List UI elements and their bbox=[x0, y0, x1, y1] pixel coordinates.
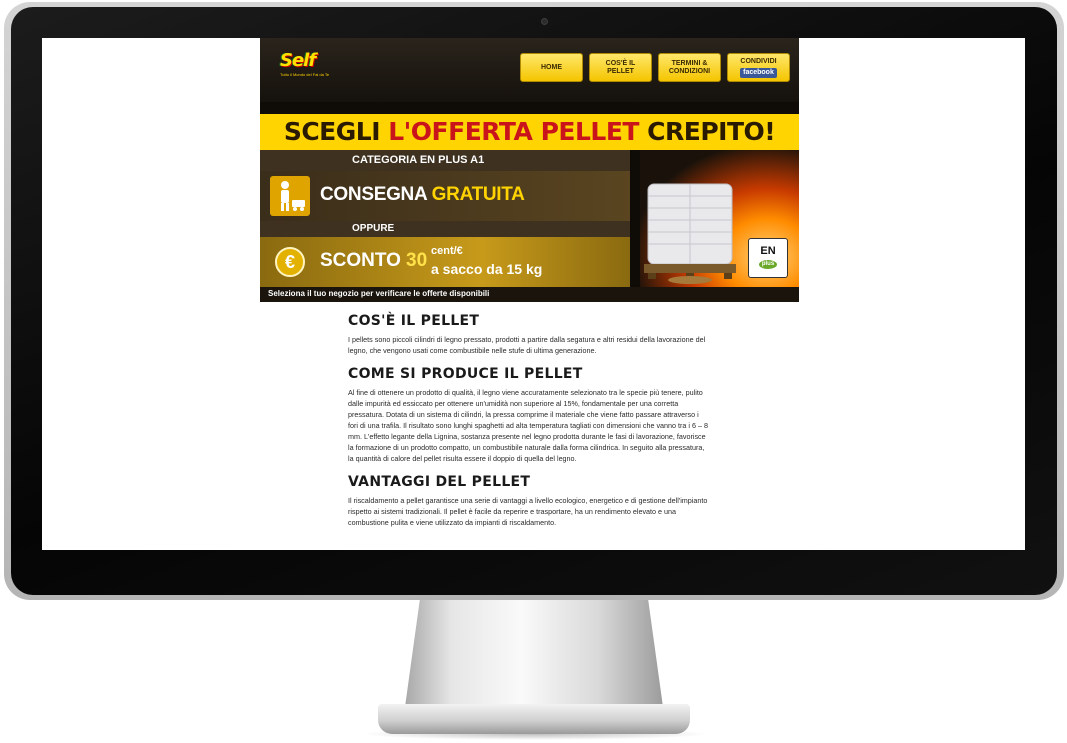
discount-value: 30 bbox=[406, 250, 428, 271]
category-row: CATEGORIA EN PLUS A1 bbox=[260, 150, 630, 171]
monitor-stand-neck bbox=[405, 595, 663, 707]
logo-name: Self bbox=[280, 50, 316, 71]
webcam-icon bbox=[541, 18, 548, 25]
nav-termini-label: TERMINI & CONDIZIONI bbox=[668, 59, 711, 75]
discount-unit: cent/€ bbox=[431, 245, 463, 257]
nav-cose-il-pellet-button[interactable]: COS'È IL PELLET bbox=[589, 53, 652, 82]
consegna-text: CONSEGNA bbox=[320, 184, 432, 205]
oppure-label: OPPURE bbox=[352, 223, 395, 234]
logo-tagline: Tutto il Mondo del Fai da Te bbox=[280, 72, 330, 77]
select-store-text: Seleziona il tuo negozio per verificare … bbox=[268, 289, 490, 298]
headline-part1: SCEGLI bbox=[283, 117, 389, 146]
free-delivery-row: CONSEGNA GRATUITA bbox=[260, 171, 630, 221]
gratuita-text: GRATUITA bbox=[431, 184, 525, 205]
main-nav: HOME COS'È IL PELLET TERMINI & CONDIZION… bbox=[520, 53, 790, 82]
delivery-courier-icon bbox=[270, 176, 310, 216]
section-title: COME SI PRODUCE IL PELLET bbox=[348, 366, 583, 382]
discount-label: SCONTO bbox=[320, 250, 401, 271]
screen: Self Tutto il Mondo del Fai da Te HOME C… bbox=[42, 38, 1025, 550]
enplus-label: EN bbox=[760, 245, 776, 257]
section-body: Il riscaldamento a pellet garantisce una… bbox=[348, 496, 708, 527]
nav-home-button[interactable]: HOME bbox=[520, 53, 583, 82]
headline-part2: CREPITO! bbox=[638, 117, 776, 146]
pellet-pallet-image bbox=[644, 183, 736, 284]
discount-bag-size: a sacco da 15 kg bbox=[431, 261, 543, 277]
self-logo[interactable]: Self Tutto il Mondo del Fai da Te bbox=[280, 52, 334, 84]
euro-icon: € bbox=[275, 247, 305, 277]
nav-home-label: HOME bbox=[541, 63, 562, 71]
website: Self Tutto il Mondo del Fai da Te HOME C… bbox=[260, 38, 799, 527]
nav-condividi-button[interactable]: CONDIVIDI facebook bbox=[727, 53, 790, 82]
select-store-bar[interactable]: Seleziona il tuo negozio per verificare … bbox=[260, 287, 799, 302]
discount-row: € SCONTO 30 cent/€ a sacco da 15 kg bbox=[260, 237, 630, 287]
free-delivery-label: CONSEGNA GRATUITA bbox=[320, 184, 525, 206]
section-title: COS'È IL PELLET bbox=[348, 313, 480, 329]
enplus-sub: plus bbox=[759, 260, 777, 269]
facebook-icon: facebook bbox=[740, 67, 777, 78]
oppure-row: OPPURE bbox=[260, 221, 630, 237]
nav-termini-button[interactable]: TERMINI & CONDIZIONI bbox=[658, 53, 721, 82]
main-content: COS'È IL PELLET I pellets sono piccoli c… bbox=[348, 313, 708, 538]
monitor-mockup: Self Tutto il Mondo del Fai da Te HOME C… bbox=[0, 0, 1067, 743]
monitor-stand-base bbox=[378, 704, 690, 734]
section-body: Al fine di ottenere un prodotto di quali… bbox=[348, 388, 708, 463]
headline: SCEGLI L'OFFERTA PELLET CREPITO! bbox=[260, 114, 799, 150]
top-bar: Self Tutto il Mondo del Fai da Te HOME C… bbox=[260, 38, 799, 102]
category-label: CATEGORIA EN PLUS A1 bbox=[352, 154, 485, 166]
section-title: VANTAGGI DEL PELLET bbox=[348, 474, 531, 490]
enplus-certification-logo: EN plus bbox=[748, 238, 788, 278]
header-banner: Self Tutto il Mondo del Fai da Te HOME C… bbox=[260, 38, 799, 302]
nav-cose-label: COS'È IL PELLET bbox=[605, 59, 636, 75]
nav-condividi-label: CONDIVIDI bbox=[740, 57, 777, 65]
section-body: I pellets sono piccoli cilindri di legno… bbox=[348, 335, 706, 355]
headline-highlight: L'OFFERTA PELLET bbox=[388, 117, 639, 146]
